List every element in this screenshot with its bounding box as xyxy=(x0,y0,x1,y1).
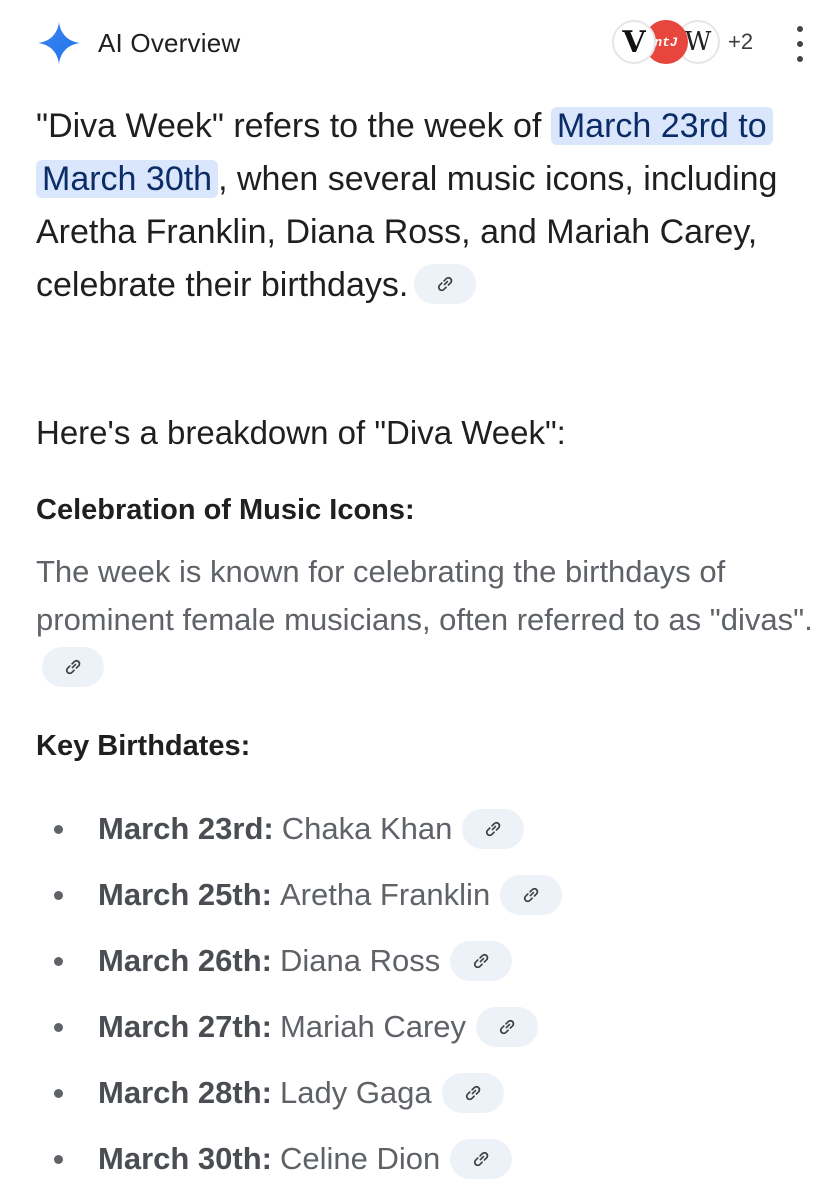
birthdate-date: March 25th: xyxy=(98,877,272,912)
birthdate-date: March 30th: xyxy=(98,1141,272,1176)
link-icon xyxy=(474,953,489,969)
link-icon xyxy=(465,1085,480,1101)
sources-more-count[interactable]: +2 xyxy=(728,29,753,55)
link-chip[interactable] xyxy=(42,646,104,687)
link-icon xyxy=(438,276,453,292)
birthdate-name: Diana Ross xyxy=(279,943,441,978)
link-icon xyxy=(524,887,539,903)
birthdate-name: Lady Gaga xyxy=(279,1075,432,1110)
list-item: March 27th: Mariah Carey xyxy=(36,994,562,1060)
intro-paragraph: "Diva Week" refers to the week of March … xyxy=(36,100,806,312)
birthdate-text: March 30th: Celine Dion xyxy=(98,1141,440,1177)
link-icon xyxy=(65,659,81,674)
serif-v-logo-icon: V xyxy=(622,24,646,60)
list-item: March 23rd: Chaka Khan xyxy=(36,796,562,862)
list-item: March 26th: Diana Ross xyxy=(36,928,562,994)
birthdate-date: March 27th: xyxy=(98,1009,272,1044)
birthdate-name: Mariah Carey xyxy=(279,1009,467,1044)
list-item: March 30th: Celine Dion xyxy=(36,1126,562,1192)
bullet-icon xyxy=(54,957,63,966)
more-vert-icon[interactable] xyxy=(792,26,808,62)
birthdate-list: March 23rd: Chaka Khan March 25th: Aretha … xyxy=(36,796,563,1192)
link-chip[interactable] xyxy=(414,264,477,305)
bullet-icon xyxy=(54,825,63,834)
header-title: AI Overview xyxy=(98,27,241,58)
birthdate-text: March 25th: Aretha Franklin xyxy=(98,877,490,913)
link-chip[interactable] xyxy=(476,1007,539,1047)
link-chip[interactable] xyxy=(441,1073,504,1113)
wikipedia-logo-icon: W xyxy=(684,27,712,57)
bullet-icon xyxy=(54,1023,63,1032)
birthdate-name: Chaka Khan xyxy=(281,811,453,846)
header-title-group: AI Overview xyxy=(36,20,240,66)
birthdate-date: March 23rd: xyxy=(98,811,274,846)
bullet-icon xyxy=(54,891,63,900)
birthdate-name: Aretha Franklin xyxy=(279,877,491,912)
birthdate-text: March 26th: Diana Ross xyxy=(98,943,440,979)
link-icon xyxy=(474,1151,489,1167)
celebration-body: The week is known for celebrating the bi… xyxy=(36,548,826,692)
source-avatars[interactable]: V ntJ W +2 xyxy=(612,20,753,64)
birthdate-date: March 26th: xyxy=(98,943,272,978)
celebration-text: The week is known for celebrating the bi… xyxy=(36,554,813,637)
link-chip[interactable] xyxy=(500,875,563,915)
ai-overview-panel: AI Overview V ntJ W +2 "Diva Week" refer… xyxy=(0,0,834,1200)
birthdate-text: March 23rd: Chaka Khan xyxy=(98,811,452,847)
birthdate-name: Celine Dion xyxy=(279,1141,441,1176)
bullet-icon xyxy=(54,1089,63,1098)
birthdate-text: March 27th: Mariah Carey xyxy=(98,1009,466,1045)
list-item: March 28th: Lady Gaga xyxy=(36,1060,562,1126)
birthdate-date: March 28th: xyxy=(98,1075,272,1110)
sparkle-icon xyxy=(38,22,80,64)
source-avatar-v[interactable]: V xyxy=(612,20,656,64)
intro-text-before: "Diva Week" refers to the week of xyxy=(36,107,551,145)
ai-overview-header: AI Overview V ntJ W +2 xyxy=(36,18,816,68)
celebration-heading: Celebration of Music Icons: xyxy=(36,494,415,526)
list-item: March 25th: Aretha Franklin xyxy=(36,862,563,928)
bullet-icon xyxy=(54,1155,63,1164)
breakdown-heading: Here's a breakdown of "Diva Week": xyxy=(36,414,566,451)
link-icon xyxy=(499,1019,515,1035)
link-chip[interactable] xyxy=(450,1139,513,1179)
link-chip[interactable] xyxy=(450,941,513,981)
link-chip[interactable] xyxy=(462,809,525,849)
birthdate-text: March 28th: Lady Gaga xyxy=(98,1075,432,1111)
birthdates-heading: Key Birthdates: xyxy=(36,730,251,762)
link-icon xyxy=(486,821,501,837)
red-badge-logo-icon: ntJ xyxy=(654,34,678,50)
